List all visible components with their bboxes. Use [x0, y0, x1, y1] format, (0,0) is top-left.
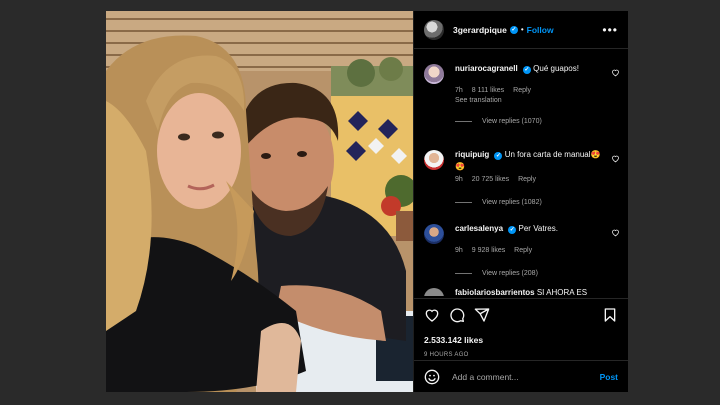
comment-meta: 7h 8 111 likes Reply [455, 87, 620, 94]
view-replies-label: View replies (208) [482, 270, 538, 277]
reply-button[interactable]: Reply [518, 176, 536, 183]
comment-text: Per Vatres. [518, 224, 558, 233]
view-replies-label: View replies (1070) [482, 118, 542, 125]
commenter-username[interactable]: carlesalenya [455, 224, 503, 233]
comment-text: Qué guapos! [533, 64, 579, 73]
comment-text-block: carlesalenya ✓ Per Vatres. [455, 223, 605, 235]
comment-meta: 9h 9 928 likes Reply [455, 247, 620, 254]
view-replies-button[interactable]: View replies (1082) [455, 199, 620, 206]
view-replies-label: View replies (1082) [482, 199, 542, 206]
comment-likes[interactable]: 20 725 likes [472, 176, 509, 183]
verified-badge-icon: ✓ [509, 25, 518, 34]
post-sidebar: 3gerardpique ✓ • Follow ••• nuriarocagra… [413, 11, 628, 392]
comment-age: 9h [455, 176, 463, 183]
verified-badge-icon: ✓ [522, 66, 531, 74]
comment-likes[interactable]: 9 928 likes [472, 247, 505, 254]
post-header: 3gerardpique ✓ • Follow ••• [414, 11, 628, 49]
follow-button[interactable]: Follow [527, 25, 554, 35]
post-modal: 3gerardpique ✓ • Follow ••• nuriarocagra… [106, 11, 628, 392]
comments-list[interactable]: nuriarocagranell ✓ Qué guapos! 7h 8 111 … [414, 49, 628, 296]
comment-item: riquipuig ✓ Un fora carta de manual😍😍 9h… [424, 149, 620, 206]
commenter-avatar[interactable] [424, 224, 444, 244]
comment-text-block: fabiolariosbarrientos SI AHORA ES [455, 287, 620, 296]
view-replies-button[interactable]: View replies (208) [455, 270, 620, 277]
commenter-avatar[interactable] [424, 64, 444, 84]
bookmark-icon[interactable] [602, 307, 618, 323]
selfie-image [106, 11, 413, 392]
replies-divider-line [455, 273, 472, 274]
comment-item: fabiolariosbarrientos SI AHORA ES [424, 287, 620, 296]
reply-button[interactable]: Reply [514, 247, 532, 254]
like-comment-heart-icon[interactable] [611, 228, 620, 237]
commenter-username[interactable]: nuriarocagranell [455, 64, 518, 73]
author-username[interactable]: 3gerardpique [453, 25, 507, 35]
post-timestamp[interactable]: 9 HOURS AGO [424, 352, 469, 358]
view-replies-button[interactable]: View replies (1070) [455, 118, 620, 125]
comment-likes[interactable]: 8 111 likes [472, 87, 504, 94]
likes-count[interactable]: 2.533.142 likes [424, 335, 483, 345]
emoji-icon[interactable] [424, 369, 440, 385]
commenter-avatar[interactable] [424, 150, 444, 170]
post-photo[interactable] [106, 11, 413, 392]
like-comment-heart-icon[interactable] [611, 68, 620, 77]
separator-dot: • [520, 25, 524, 34]
verified-badge-icon: ✓ [508, 226, 517, 234]
comment-input[interactable] [450, 370, 600, 383]
heart-icon[interactable] [424, 307, 440, 323]
comment-text-block: nuriarocagranell ✓ Qué guapos! [455, 63, 605, 75]
comment-composer: Post [414, 360, 628, 392]
commenter-username[interactable]: riquipuig [455, 150, 489, 159]
action-icons-row [422, 307, 620, 323]
comment-text: SI AHORA ES [536, 288, 588, 296]
reply-button[interactable]: Reply [513, 87, 531, 94]
like-comment-heart-icon[interactable] [611, 154, 620, 163]
commenter-avatar[interactable] [424, 288, 444, 296]
author-avatar[interactable] [424, 19, 444, 40]
replies-divider-line [455, 202, 472, 203]
comment-age: 7h [455, 87, 463, 94]
post-comment-button[interactable]: Post [600, 372, 618, 382]
commenter-username[interactable]: fabiolariosbarrientos [455, 288, 535, 296]
comment-age: 9h [455, 247, 463, 254]
comment-item: carlesalenya ✓ Per Vatres. 9h 9 928 like… [424, 223, 620, 277]
replies-divider-line [455, 121, 472, 122]
see-translation-link[interactable]: See translation [455, 97, 620, 104]
comment-text-block: riquipuig ✓ Un fora carta de manual😍😍 [455, 149, 605, 173]
more-options-icon[interactable]: ••• [602, 23, 618, 37]
comment-meta: 9h 20 725 likes Reply [455, 176, 620, 183]
comment-item: nuriarocagranell ✓ Qué guapos! 7h 8 111 … [424, 63, 620, 125]
comment-icon[interactable] [449, 307, 465, 323]
verified-badge-icon: ✓ [494, 152, 503, 160]
share-icon[interactable] [474, 307, 490, 323]
